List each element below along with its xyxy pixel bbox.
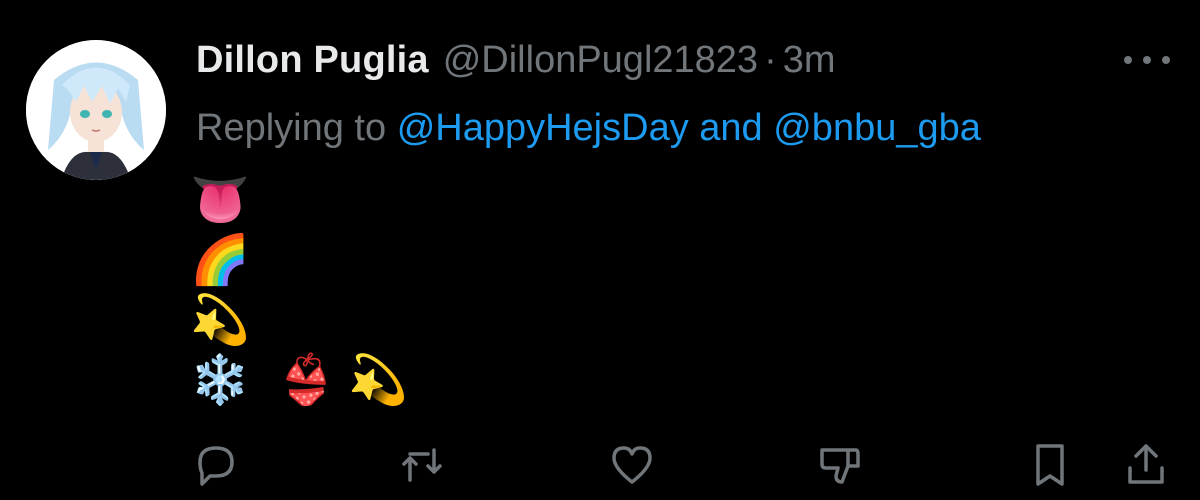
tweet-text: 👅 🌈 💫 ❄️ 👙 💫 bbox=[190, 170, 414, 410]
bookmark-icon[interactable] bbox=[1026, 440, 1074, 488]
replying-to-label: Replying to bbox=[196, 107, 387, 149]
more-horizontal-icon[interactable] bbox=[1124, 52, 1170, 68]
mention-link-2[interactable]: @bnbu_gba bbox=[773, 107, 981, 149]
share-icon[interactable] bbox=[1122, 440, 1170, 488]
emoji-row: 👅 bbox=[190, 170, 414, 230]
emoji: ❄️ bbox=[190, 352, 250, 408]
mention-conjunction[interactable]: and bbox=[699, 107, 762, 149]
emoji: 👙 bbox=[276, 352, 336, 408]
retweet-icon[interactable] bbox=[398, 440, 446, 488]
dislike-icon[interactable] bbox=[816, 440, 864, 488]
avatar[interactable] bbox=[26, 40, 166, 180]
display-name[interactable]: Dillon Puglia bbox=[196, 34, 429, 86]
emoji-row: ❄️ 👙 💫 bbox=[190, 350, 414, 410]
emoji-row: 💫 bbox=[190, 290, 414, 350]
emoji-row: 🌈 bbox=[190, 230, 414, 290]
timestamp[interactable]: 3m bbox=[783, 34, 836, 86]
emoji: 👅 bbox=[190, 172, 250, 228]
mention-link-1[interactable]: @HappyHejsDay bbox=[397, 107, 689, 149]
separator-dot: · bbox=[764, 39, 777, 81]
reply-icon[interactable] bbox=[192, 440, 240, 488]
tweet-header: Dillon Puglia @DillonPugl21823 · 3m bbox=[196, 34, 836, 86]
emoji: 💫 bbox=[348, 352, 408, 408]
like-icon[interactable] bbox=[608, 440, 656, 488]
emoji: 🌈 bbox=[190, 232, 250, 288]
action-bar bbox=[190, 440, 1170, 500]
emoji: 💫 bbox=[190, 292, 250, 348]
user-handle[interactable]: @DillonPugl21823 bbox=[443, 34, 758, 86]
replying-to-line: Replying to @HappyHejsDay and @bnbu_gba bbox=[196, 104, 981, 152]
